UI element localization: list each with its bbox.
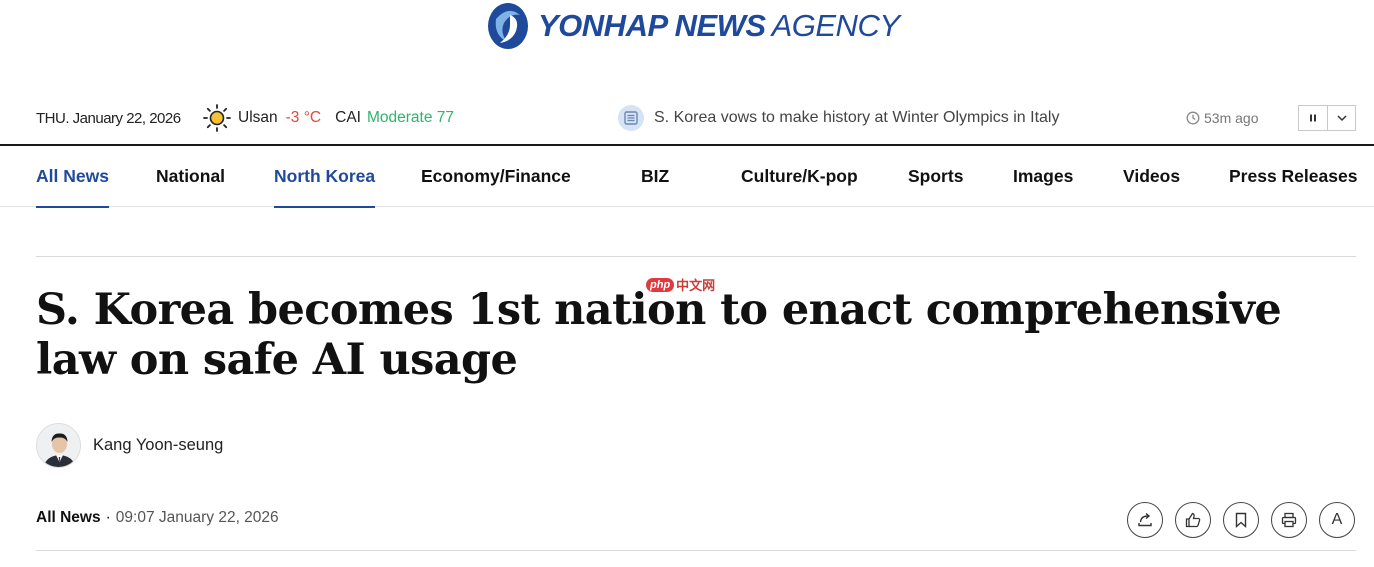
- pause-icon: [1310, 114, 1316, 122]
- article-meta: All News · 09:07 January 22, 2026: [36, 509, 279, 527]
- ticker-time: 53m ago: [1186, 110, 1258, 126]
- main-nav: All News National North Korea Economy/Fi…: [0, 146, 1374, 208]
- news-ticker[interactable]: S. Korea vows to make history at Winter …: [618, 105, 1059, 131]
- chevron-down-icon: [1336, 115, 1347, 122]
- bookmark-icon: [1235, 512, 1247, 529]
- nav-item-sports[interactable]: Sports: [908, 146, 963, 207]
- nav-item-national[interactable]: National: [156, 146, 225, 207]
- cai-value: Moderate 77: [366, 109, 454, 126]
- ticker-headline[interactable]: S. Korea vows to make history at Winter …: [654, 109, 1059, 127]
- font-size-button[interactable]: A: [1319, 502, 1355, 538]
- current-date: THU. January 22, 2026: [36, 109, 181, 127]
- share-icon: [1138, 512, 1152, 527]
- cai-label: CAI: [335, 109, 361, 126]
- logo-text-light: AGENCY: [771, 8, 900, 43]
- font-size-icon: A: [1331, 511, 1343, 528]
- article-timestamp: 09:07 January 22, 2026: [115, 509, 279, 526]
- clock-icon: [1186, 111, 1200, 125]
- nav-item-culture-kpop[interactable]: Culture/K-pop: [741, 146, 858, 207]
- ticker-controls: [1298, 105, 1356, 131]
- logo-text-bold: YONHAP NEWS: [538, 8, 766, 43]
- author-avatar: [36, 423, 81, 468]
- byline[interactable]: Kang Yoon-seung: [36, 423, 223, 468]
- print-icon: [1281, 512, 1297, 528]
- article-section[interactable]: All News: [36, 509, 101, 527]
- article-top-divider: [36, 256, 1356, 257]
- like-icon: [1185, 512, 1201, 528]
- info-bar: THU. January 22, 2026 Ulsan -3 °C CAI Mo…: [36, 96, 1356, 140]
- nav-item-north-korea[interactable]: North Korea: [274, 146, 376, 208]
- weather-city: Ulsan: [238, 109, 278, 126]
- print-button[interactable]: [1271, 502, 1307, 538]
- meta-separator: ·: [105, 509, 111, 526]
- nav-item-images[interactable]: Images: [1013, 146, 1073, 207]
- ticker-time-text: 53m ago: [1204, 110, 1259, 126]
- nav-item-economy-finance[interactable]: Economy/Finance: [421, 146, 571, 207]
- like-button[interactable]: [1175, 502, 1211, 538]
- site-logo[interactable]: YONHAP NEWS AGENCY: [486, 0, 900, 52]
- nav-item-videos[interactable]: Videos: [1123, 146, 1180, 207]
- article-tools: A: [1127, 502, 1355, 538]
- weather-widget[interactable]: Ulsan -3 °C CAI Moderate 77: [202, 103, 454, 133]
- weather-temperature: -3 °C: [285, 109, 322, 126]
- nav-item-all-news[interactable]: All News: [36, 146, 109, 208]
- bookmark-button[interactable]: [1223, 502, 1259, 538]
- ticker-pause-button[interactable]: [1299, 106, 1327, 130]
- logo-wordmark: YONHAP NEWS AGENCY: [538, 8, 900, 44]
- ticker-expand-button[interactable]: [1327, 106, 1355, 130]
- nav-item-biz[interactable]: BIZ: [641, 146, 669, 207]
- news-icon: [618, 105, 644, 131]
- author-name[interactable]: Kang Yoon-seung: [93, 436, 223, 455]
- yonhap-logo-icon: [488, 3, 528, 49]
- nav-item-press-releases[interactable]: Press Releases: [1229, 146, 1357, 207]
- share-button[interactable]: [1127, 502, 1163, 538]
- article-bottom-divider: [36, 550, 1356, 551]
- sun-icon: [203, 104, 231, 132]
- article-headline: S. Korea becomes 1st nation to enact com…: [36, 285, 1282, 385]
